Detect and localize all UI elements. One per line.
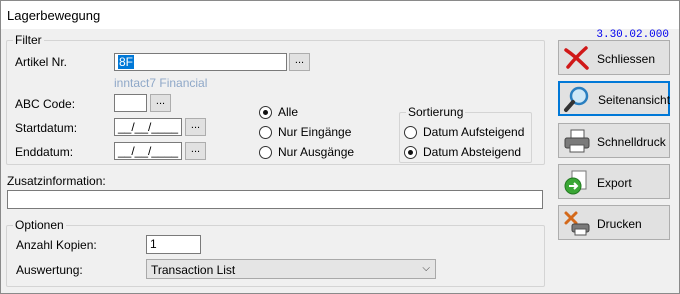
printer-icon: [564, 129, 590, 153]
anzahl-kopien-label: Anzahl Kopien:: [16, 238, 97, 252]
startdatum-input[interactable]: __/__/____: [114, 118, 182, 136]
abc-browse-button[interactable]: ...: [150, 94, 171, 112]
chevron-down-icon: ⌵: [422, 263, 430, 274]
artikel-browse-button[interactable]: ...: [289, 53, 310, 71]
close-x-icon: [564, 46, 589, 70]
lagerbewegung-window: Lagerbewegung 3.30.02.000 Filter Artikel…: [0, 0, 680, 294]
radio-nur-eingaenge-label: Nur Eingänge: [278, 125, 352, 139]
anzahl-kopien-input[interactable]: 1: [146, 235, 201, 254]
enddatum-label: Enddatum:: [15, 145, 74, 159]
radio-alle-indicator: [259, 106, 272, 119]
enddatum-input[interactable]: __/__/____: [114, 142, 182, 160]
export-button[interactable]: Export: [558, 164, 670, 199]
seitenansicht-button[interactable]: Seitenansicht: [558, 81, 670, 116]
print-tools-icon: [564, 211, 590, 236]
abc-label: ABC Code:: [15, 97, 76, 111]
radio-datum-absteigend-label: Datum Absteigend: [423, 145, 522, 159]
artikel-description: inntact7 Financial: [114, 76, 208, 90]
export-arrow-icon: [564, 170, 587, 195]
enddatum-browse-button[interactable]: ...: [185, 142, 206, 160]
radio-datum-aufsteigend-label: Datum Aufsteigend: [423, 125, 525, 139]
abc-input[interactable]: [114, 94, 147, 112]
artikel-input[interactable]: 8F: [114, 53, 287, 71]
export-label: Export: [597, 176, 632, 190]
auswertung-value: Transaction List: [151, 263, 236, 277]
auswertung-label: Auswertung:: [16, 263, 83, 277]
radio-datum-aufsteigend-indicator: [404, 126, 417, 139]
seitenansicht-label: Seitenansicht: [598, 93, 671, 107]
radio-nur-ausgaenge-label: Nur Ausgänge: [278, 145, 355, 159]
filter-legend: Filter: [15, 33, 42, 47]
sortierung-legend: Sortierung: [408, 105, 464, 119]
optionen-legend: Optionen: [15, 218, 64, 232]
schnelldruck-label: Schnelldruck: [597, 135, 666, 149]
radio-alle-label: Alle: [278, 105, 299, 119]
window-title: Lagerbewegung: [7, 8, 101, 23]
title-bar: Lagerbewegung: [1, 1, 679, 29]
schnelldruck-button[interactable]: Schnelldruck: [558, 123, 670, 158]
artikel-label: Artikel Nr.: [15, 55, 68, 69]
radio-nur-ausgaenge-indicator: [259, 146, 272, 159]
auswertung-select[interactable]: Transaction List ⌵: [146, 259, 436, 279]
schliessen-button[interactable]: Schliessen: [558, 40, 670, 75]
drucken-button[interactable]: Drucken: [558, 205, 670, 240]
artikel-value: 8F: [118, 55, 135, 69]
magnifier-icon: [564, 86, 589, 112]
schliessen-label: Schliessen: [597, 52, 656, 66]
radio-nur-eingaenge-indicator: [259, 126, 272, 139]
zusatzinformation-label: Zusatzinformation:: [7, 174, 106, 188]
zusatzinformation-input[interactable]: [7, 190, 543, 209]
drucken-label: Drucken: [597, 217, 642, 231]
startdatum-browse-button[interactable]: ...: [185, 118, 206, 136]
startdatum-label: Startdatum:: [15, 121, 78, 135]
radio-datum-absteigend-indicator: [404, 146, 417, 159]
